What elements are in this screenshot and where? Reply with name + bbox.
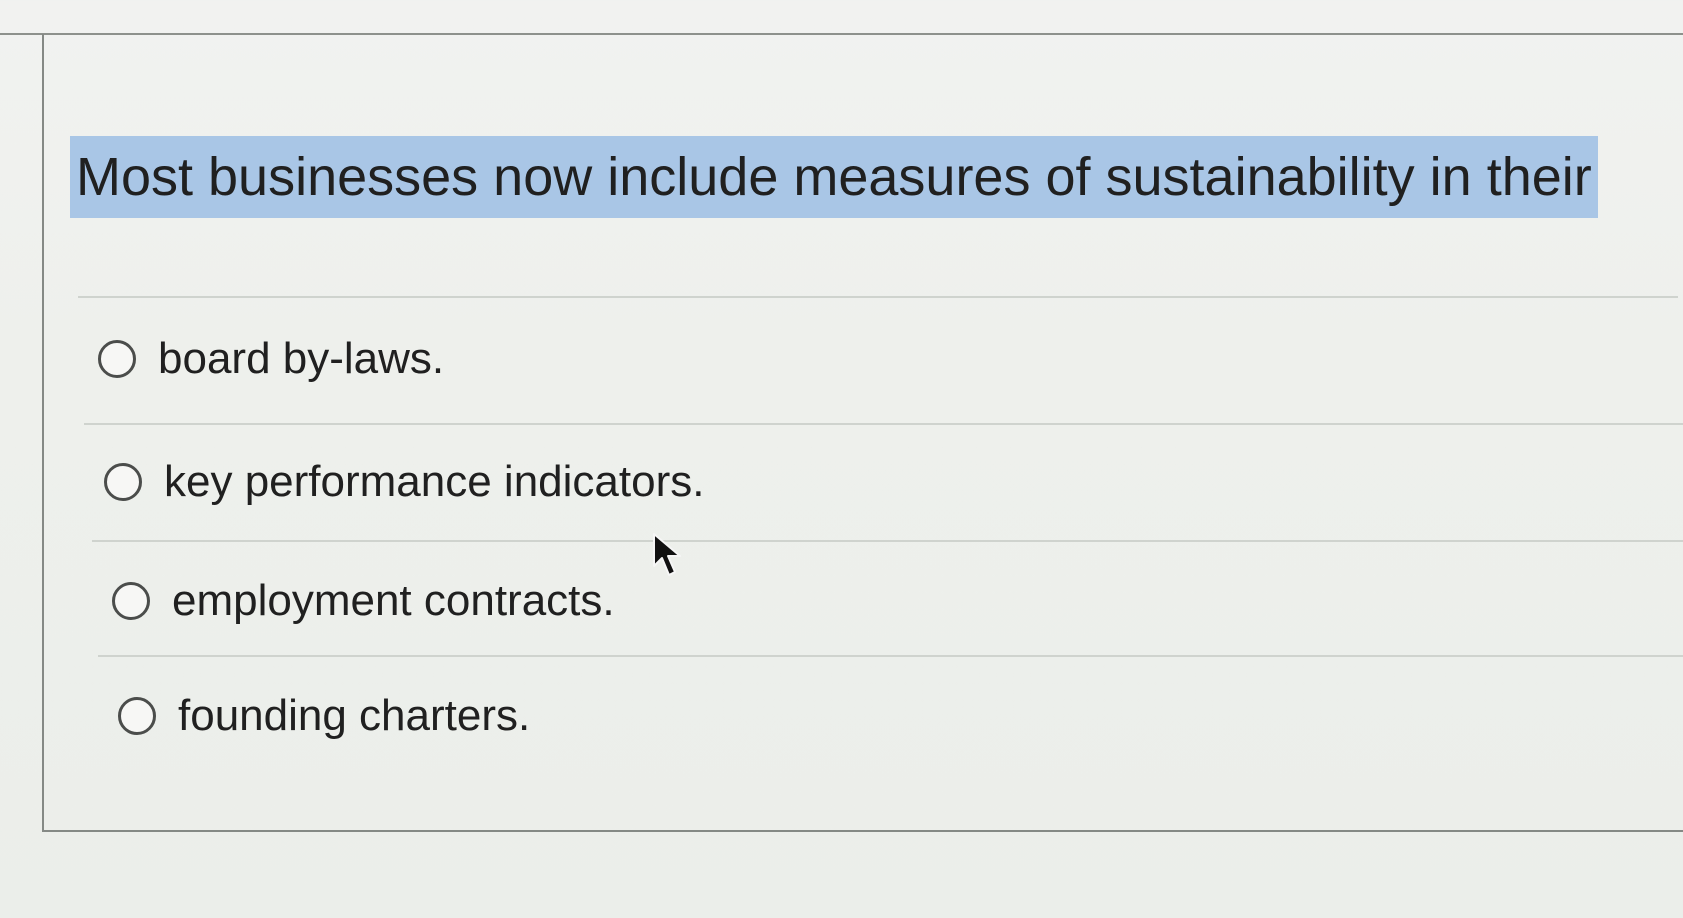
- radio-icon[interactable]: [104, 463, 142, 501]
- option-employment-contracts[interactable]: employment contracts.: [112, 576, 615, 626]
- option-label: board by-laws.: [158, 334, 445, 383]
- option-divider: [84, 423, 1683, 425]
- radio-icon[interactable]: [118, 697, 156, 735]
- option-divider: [92, 540, 1683, 542]
- option-divider: [78, 296, 1678, 298]
- cursor-arrow-icon: [653, 533, 681, 576]
- option-divider: [98, 655, 1683, 657]
- option-label: employment contracts.: [172, 576, 615, 625]
- option-label: key performance indicators.: [164, 457, 705, 506]
- radio-icon[interactable]: [112, 582, 150, 620]
- option-key-performance-indicators[interactable]: key performance indicators.: [104, 457, 704, 507]
- option-board-by-laws[interactable]: board by-laws.: [98, 334, 444, 384]
- option-label: founding charters.: [178, 691, 531, 740]
- option-founding-charters[interactable]: founding charters.: [118, 691, 530, 741]
- question-text: Most businesses now include measures of …: [70, 136, 1598, 218]
- radio-icon[interactable]: [98, 340, 136, 378]
